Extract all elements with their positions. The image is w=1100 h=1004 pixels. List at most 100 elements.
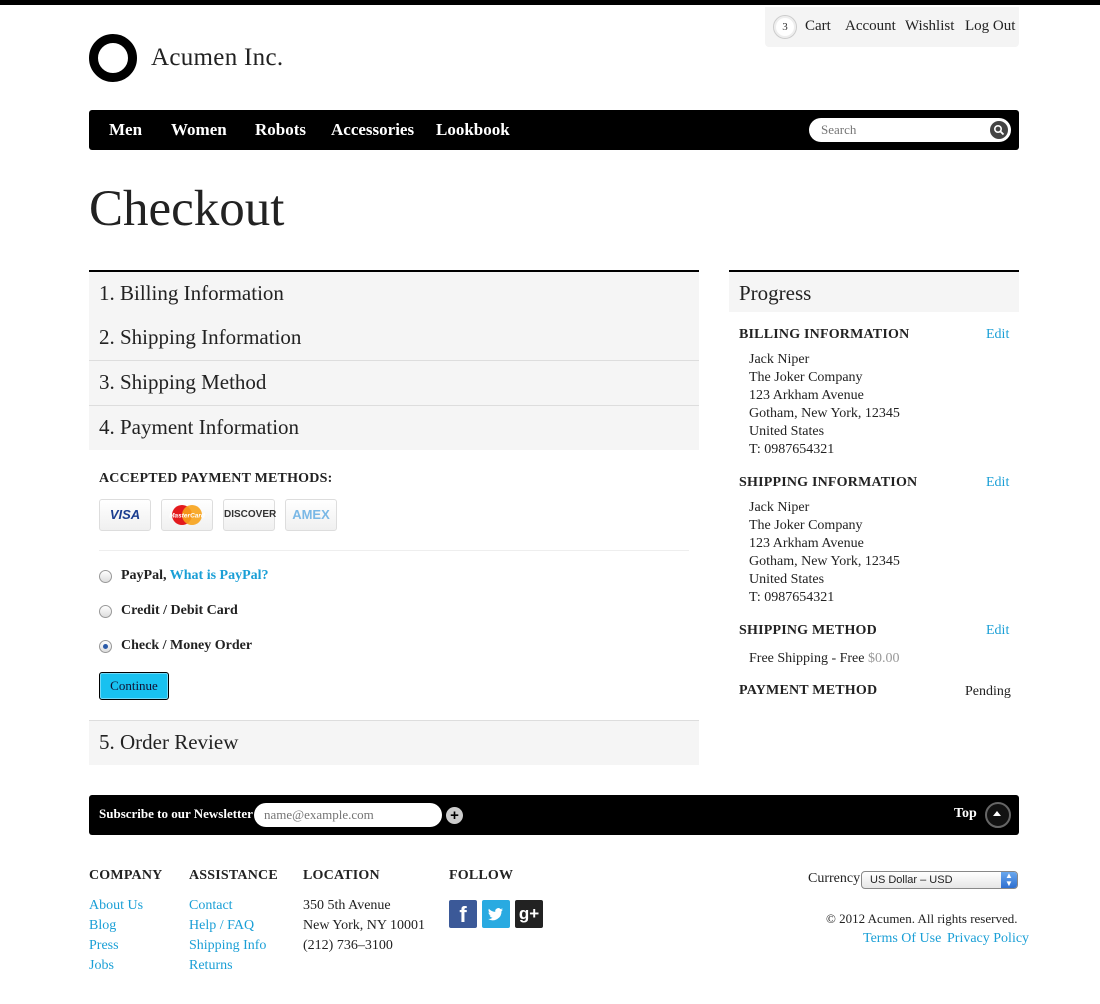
step-shipping-method[interactable]: 3. Shipping Method bbox=[89, 361, 699, 406]
step-label: 2. Shipping Information bbox=[99, 325, 302, 349]
credit-card-radio[interactable] bbox=[99, 605, 112, 618]
paypal-text: PayPal, bbox=[121, 568, 167, 583]
location-line: New York, NY 10001 bbox=[303, 918, 425, 933]
footer-assistance-title: ASSISTANCE bbox=[189, 868, 278, 883]
step-label: 1. Billing Information bbox=[99, 281, 284, 305]
google-plus-icon[interactable]: g+ bbox=[515, 900, 543, 928]
step-label: 5. Order Review bbox=[99, 730, 239, 754]
amex-card-icon: AMEX bbox=[285, 499, 337, 531]
search-icon bbox=[993, 124, 1005, 136]
shipping-address: Jack Niper The Joker Company 123 Arkham … bbox=[749, 499, 900, 607]
search-box bbox=[809, 118, 1011, 142]
nav-item-women[interactable]: Women bbox=[171, 120, 227, 140]
account-link[interactable]: Account bbox=[845, 18, 896, 35]
location-line: 350 5th Avenue bbox=[303, 898, 391, 913]
cart-link[interactable]: Cart bbox=[805, 18, 831, 35]
logout-link[interactable]: Log Out bbox=[965, 18, 1015, 35]
newsletter-label: Subscribe to our Newsletter bbox=[99, 806, 253, 821]
search-button[interactable] bbox=[990, 121, 1008, 139]
footer-assistance-links: Contact Help / FAQ Shipping Info Returns bbox=[189, 896, 266, 976]
shipping-method-price: $0.00 bbox=[867, 651, 900, 666]
address-line: Gotham, New York, 12345 bbox=[749, 554, 900, 569]
check-money-order-radio[interactable] bbox=[99, 640, 112, 653]
what-is-paypal-link[interactable]: What is PayPal? bbox=[170, 568, 269, 583]
nav-item-lookbook[interactable]: Lookbook bbox=[436, 120, 510, 140]
currency-label: Currency bbox=[808, 871, 861, 886]
step-shipping-information[interactable]: 2. Shipping Information bbox=[89, 316, 699, 361]
edit-shipping-link[interactable]: Edit bbox=[986, 475, 1009, 491]
arrow-up-icon bbox=[993, 811, 1001, 816]
progress-shipping-method-title: SHIPPING METHOD bbox=[739, 623, 877, 638]
blog-link[interactable]: Blog bbox=[89, 918, 116, 933]
step-order-review[interactable]: 5. Order Review bbox=[89, 720, 699, 765]
page-title: Checkout bbox=[89, 181, 285, 237]
terms-link[interactable]: Terms Of Use bbox=[863, 931, 941, 947]
address-line: 123 Arkham Avenue bbox=[749, 536, 864, 551]
returns-link[interactable]: Returns bbox=[189, 958, 233, 973]
address-line: Jack Niper bbox=[749, 352, 810, 367]
address-line: 123 Arkham Avenue bbox=[749, 388, 864, 403]
address-line: United States bbox=[749, 572, 825, 587]
twitter-bird-shape bbox=[488, 908, 503, 921]
newsletter-email-input[interactable] bbox=[254, 803, 442, 827]
step-label: 3. Shipping Method bbox=[99, 370, 267, 394]
divider bbox=[99, 550, 689, 551]
paypal-label: PayPal, What is PayPal? bbox=[121, 568, 269, 584]
mastercard-logo: MasterCard bbox=[169, 505, 206, 525]
contact-link[interactable]: Contact bbox=[189, 898, 233, 913]
footer-location-title: LOCATION bbox=[303, 868, 380, 883]
footer-location-address: 350 5th Avenue New York, NY 10001 (212) … bbox=[303, 896, 425, 956]
brand-name[interactable]: Acumen Inc. bbox=[151, 44, 283, 72]
currency-select[interactable]: US Dollar – USD ▲ ▼ bbox=[861, 871, 1018, 889]
main-nav: Men Women Robots Accessories Lookbook bbox=[89, 110, 1019, 150]
paypal-radio[interactable] bbox=[99, 570, 112, 583]
nav-item-men[interactable]: Men bbox=[109, 120, 142, 140]
nav-item-robots[interactable]: Robots bbox=[255, 120, 306, 140]
check-money-order-label: Check / Money Order bbox=[121, 638, 253, 653]
address-line: The Joker Company bbox=[749, 370, 863, 385]
cart-count-badge[interactable]: 3 bbox=[773, 15, 797, 39]
about-us-link[interactable]: About Us bbox=[89, 898, 143, 913]
press-link[interactable]: Press bbox=[89, 938, 119, 953]
mastercard-card-icon: MasterCard bbox=[161, 499, 213, 531]
address-line: T: 0987654321 bbox=[749, 590, 835, 605]
newsletter-submit-plus-icon[interactable]: + bbox=[446, 807, 463, 824]
progress-title: Progress bbox=[739, 281, 812, 305]
footer-company-links: About Us Blog Press Jobs bbox=[89, 896, 143, 976]
step-label: 4. Payment Information bbox=[99, 415, 300, 439]
step-payment-information[interactable]: 4. Payment Information bbox=[89, 406, 699, 450]
address-line: Gotham, New York, 12345 bbox=[749, 406, 900, 421]
copyright: © 2012 Acumen. All rights reserved. bbox=[826, 911, 1018, 926]
search-input[interactable] bbox=[819, 121, 983, 139]
credit-card-label: Credit / Debit Card bbox=[121, 603, 238, 618]
step-billing-information[interactable]: 1. Billing Information bbox=[89, 270, 699, 317]
billing-address: Jack Niper The Joker Company 123 Arkham … bbox=[749, 351, 900, 459]
logo-icon[interactable] bbox=[89, 34, 137, 82]
accepted-payment-label: ACCEPTED PAYMENT METHODS: bbox=[99, 471, 333, 486]
back-to-top-button[interactable] bbox=[985, 802, 1011, 828]
shipping-info-link[interactable]: Shipping Info bbox=[189, 938, 266, 953]
facebook-icon[interactable]: f bbox=[449, 900, 477, 928]
edit-billing-link[interactable]: Edit bbox=[986, 327, 1009, 343]
privacy-link[interactable]: Privacy Policy bbox=[947, 931, 1029, 947]
select-arrows-icon: ▲ ▼ bbox=[1001, 872, 1017, 888]
twitter-icon[interactable] bbox=[482, 900, 510, 928]
visa-card-icon: VISA bbox=[99, 499, 151, 531]
location-phone: (212) 736–3100 bbox=[303, 938, 393, 953]
nav-item-accessories[interactable]: Accessories bbox=[331, 120, 414, 140]
address-line: The Joker Company bbox=[749, 518, 863, 533]
jobs-link[interactable]: Jobs bbox=[89, 958, 114, 973]
address-line: Jack Niper bbox=[749, 500, 810, 515]
wishlist-link[interactable]: Wishlist bbox=[905, 18, 954, 35]
continue-button[interactable]: Continue bbox=[99, 672, 169, 700]
edit-shipping-method-link[interactable]: Edit bbox=[986, 623, 1009, 639]
back-to-top-label[interactable]: Top bbox=[954, 806, 977, 822]
payment-method-status: Pending bbox=[965, 684, 1011, 699]
address-line: United States bbox=[749, 424, 825, 439]
help-faq-link[interactable]: Help / FAQ bbox=[189, 918, 254, 933]
address-line: T: 0987654321 bbox=[749, 442, 835, 457]
shipping-method-value: Free Shipping - Free $0.00 bbox=[749, 650, 899, 668]
footer-company-title: COMPANY bbox=[89, 868, 163, 883]
discover-card-icon: DISCOVER bbox=[223, 499, 276, 531]
mastercard-text: MasterCard bbox=[169, 513, 206, 520]
